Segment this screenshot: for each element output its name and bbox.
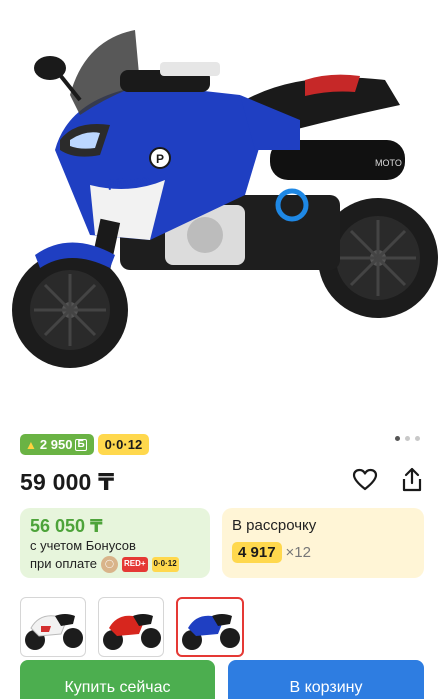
halyk-logo-icon: ◯ [100, 555, 118, 573]
bonus-price: 56 050 ₸ [30, 516, 103, 536]
gallery-dot [415, 436, 420, 441]
bonus-badge: ▲ 2 950 Б [20, 434, 94, 455]
variant-thumb-white[interactable] [20, 597, 86, 657]
installment-months: ×12 [285, 544, 311, 561]
variant-thumbnails [20, 597, 244, 657]
installment-card[interactable]: В рассрочку 4 917 ×12 [222, 508, 424, 578]
installment-mini-badge: 0·0·12 [151, 556, 179, 572]
product-actions [352, 467, 424, 498]
installment-title: В рассрочку [232, 517, 317, 534]
motorcycle-thumb-white [25, 614, 83, 650]
buy-now-button[interactable]: Купить сейчас [20, 660, 215, 699]
product-image[interactable]: MOTO Pituso P [0, 0, 442, 420]
motorcycle-thumb-blue [182, 614, 240, 650]
red-plus-badge: RED+ [121, 556, 148, 572]
favorite-heart-icon[interactable] [352, 468, 378, 497]
add-to-cart-button[interactable]: В корзину [228, 660, 424, 699]
bonus-note: с учетом Бонусов [30, 538, 136, 553]
pay-note: при оплате [30, 556, 97, 571]
installment-row: 4 917 ×12 [232, 542, 414, 563]
price-row: 59 000 ₸ [20, 466, 424, 498]
motorcycle-illustration: MOTO Pituso P [12, 30, 438, 368]
svg-text:P: P [156, 152, 164, 166]
variant-thumb-blue[interactable] [176, 597, 244, 657]
gallery-pagination [395, 436, 420, 441]
pay-methods-row: при оплате ◯ RED+ 0·0·12 [30, 555, 200, 573]
share-icon[interactable] [400, 467, 424, 498]
bonus-value: 2 950 [39, 437, 73, 452]
bonus-price-card[interactable]: 56 050 ₸ с учетом Бонусов при оплате ◯ R… [20, 508, 210, 578]
installment-monthly: 4 917 [232, 542, 282, 563]
variant-thumb-red[interactable] [98, 597, 164, 657]
purchase-buttons: Купить сейчас В корзину [20, 660, 424, 699]
bonus-currency: Б [75, 438, 87, 451]
flame-icon: ▲ [25, 437, 37, 452]
installment-badge: 0·0·12 [97, 434, 150, 455]
badges-row: ▲ 2 950 Б 0·0·12 [20, 434, 150, 455]
motorcycle-thumb-red [103, 614, 161, 650]
moto-label: MOTO [375, 158, 402, 168]
product-price: 59 000 ₸ [20, 468, 115, 495]
gallery-dot [395, 436, 400, 441]
gallery-dot [405, 436, 410, 441]
